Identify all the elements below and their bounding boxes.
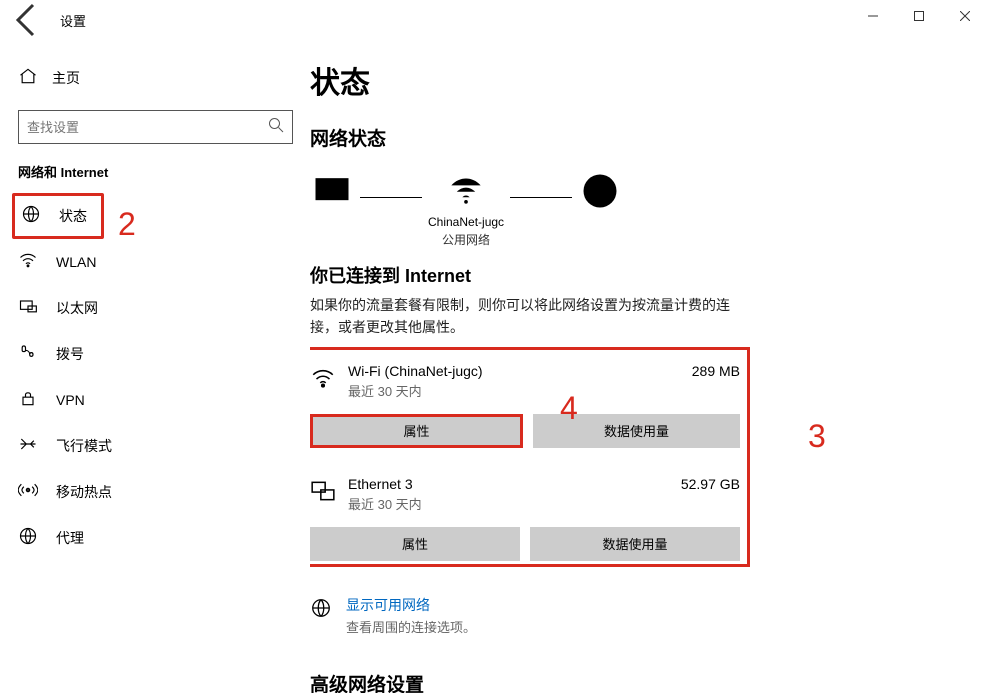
- home-label: 主页: [52, 68, 80, 88]
- maximize-button[interactable]: [896, 0, 942, 32]
- wifi-icon: [18, 250, 38, 275]
- home-nav[interactable]: 主页: [18, 60, 310, 96]
- show-networks-sub: 查看周围的连接选项。: [346, 617, 476, 636]
- sidebar-item-hotspot[interactable]: 移动热点: [18, 469, 310, 515]
- status-icon: [21, 204, 41, 229]
- sidebar-item-dialup[interactable]: 拨号: [18, 331, 310, 377]
- back-button[interactable]: [8, 0, 48, 40]
- window-controls: [850, 0, 988, 32]
- show-networks-title: 显示可用网络: [346, 595, 476, 615]
- connected-heading: 你已连接到 Internet: [310, 262, 958, 288]
- proxy-icon: [18, 526, 38, 551]
- diagram-wifi-name: ChinaNet-jugc: [428, 215, 504, 231]
- titlebar: 设置: [0, 0, 988, 40]
- network-period: 最近 30 天内: [348, 381, 483, 400]
- network-period: 最近 30 天内: [348, 494, 422, 513]
- annotation-4: 4: [560, 390, 578, 427]
- sidebar-item-label: 代理: [56, 528, 84, 548]
- search-input[interactable]: [27, 120, 268, 135]
- diagram-globe-icon: [578, 169, 622, 247]
- diagram-wifi-icon: ChinaNet-jugc 公用网络: [428, 167, 504, 248]
- wifi-icon: [310, 365, 336, 396]
- diagram-pc-icon: [310, 169, 354, 247]
- network-name: Ethernet 3: [348, 476, 422, 492]
- page-title: 状态: [310, 58, 958, 102]
- dialup-icon: [18, 342, 38, 367]
- search-icon: [268, 117, 284, 138]
- sidebar-item-label: 拨号: [56, 344, 84, 364]
- network-status-title: 网络状态: [310, 124, 958, 151]
- network-usage: 289 MB: [692, 363, 740, 379]
- diagram-wifi-type: 公用网络: [442, 231, 490, 248]
- annotation-3: 3: [808, 418, 826, 455]
- networks-block: Wi-Fi (ChinaNet-jugc) 最近 30 天内 289 MB 属性…: [310, 349, 740, 561]
- data-usage-button[interactable]: 数据使用量: [530, 527, 740, 561]
- close-button[interactable]: [942, 0, 988, 32]
- advanced-heading: 高级网络设置: [310, 670, 958, 693]
- show-available-networks[interactable]: 显示可用网络 查看周围的连接选项。: [310, 595, 958, 636]
- sidebar-item-wlan[interactable]: WLAN: [18, 239, 310, 285]
- network-name: Wi-Fi (ChinaNet-jugc): [348, 363, 483, 379]
- globe-icon: [310, 597, 332, 624]
- minimize-button[interactable]: [850, 0, 896, 32]
- airplane-icon: [18, 434, 38, 459]
- hotspot-icon: [18, 480, 38, 505]
- network-diagram: ChinaNet-jugc 公用网络: [310, 167, 958, 248]
- annotation-2: 2: [118, 206, 136, 243]
- sidebar-item-label: 移动热点: [56, 482, 112, 502]
- window-title: 设置: [60, 11, 86, 30]
- category-title: 网络和 Internet: [18, 162, 310, 181]
- sidebar-item-label: VPN: [56, 392, 85, 408]
- sidebar-item-proxy[interactable]: 代理: [18, 515, 310, 561]
- properties-button[interactable]: 属性: [310, 414, 523, 448]
- connected-desc: 如果你的流量套餐有限制，则你可以将此网络设置为按流量计费的连接，或者更改其他属性…: [310, 294, 730, 339]
- sidebar-item-ethernet[interactable]: 以太网: [18, 285, 310, 331]
- sidebar-item-vpn[interactable]: VPN: [18, 377, 310, 423]
- ethernet-icon: [310, 478, 336, 509]
- sidebar-item-label: WLAN: [56, 254, 96, 270]
- content-pane: 状态 网络状态 ChinaNet-jugc 公用网络 你已连接到 Interne…: [310, 40, 988, 693]
- sidebar-item-label: 状态: [59, 206, 87, 226]
- network-usage: 52.97 GB: [681, 476, 740, 492]
- sidebar-item-status[interactable]: 状态: [12, 193, 104, 239]
- properties-button[interactable]: 属性: [310, 527, 520, 561]
- sidebar-item-label: 飞行模式: [56, 436, 112, 456]
- network-card-wifi: Wi-Fi (ChinaNet-jugc) 最近 30 天内 289 MB 属性…: [310, 349, 740, 448]
- home-icon: [18, 66, 38, 91]
- ethernet-icon: [18, 296, 38, 321]
- sidebar-item-label: 以太网: [56, 298, 98, 318]
- vpn-icon: [18, 388, 38, 413]
- search-box[interactable]: [18, 110, 293, 144]
- sidebar-item-airplane[interactable]: 飞行模式: [18, 423, 310, 469]
- sidebar: 主页 网络和 Internet 状态 WLAN 以太网: [0, 40, 310, 693]
- network-card-ethernet: Ethernet 3 最近 30 天内 52.97 GB 属性 数据使用量: [310, 448, 740, 561]
